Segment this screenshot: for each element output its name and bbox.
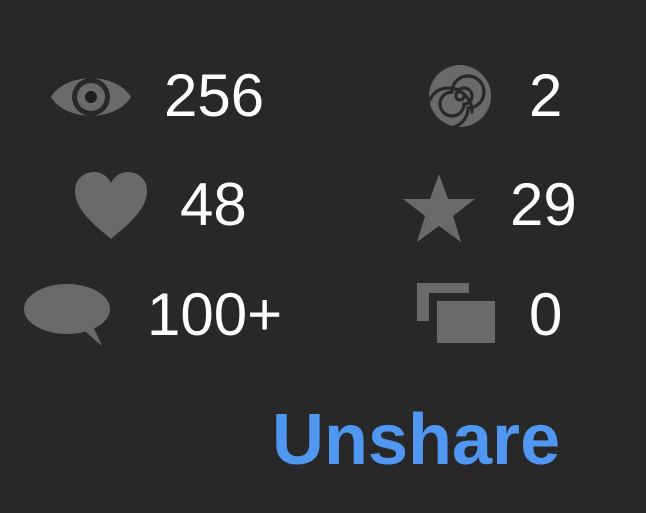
views-count: 256 xyxy=(164,62,265,129)
spirals-count: 2 xyxy=(529,62,563,129)
comments-count: 100+ xyxy=(147,281,283,348)
favorites-count: 29 xyxy=(510,171,577,238)
star-icon xyxy=(401,172,477,244)
copies-icon xyxy=(416,281,498,345)
spiral-icon xyxy=(426,62,494,130)
speech-bubble-icon xyxy=(22,282,112,348)
copies-count: 0 xyxy=(529,281,563,348)
likes-count: 48 xyxy=(180,171,247,238)
heart-icon xyxy=(73,171,149,241)
unshare-link[interactable]: Unshare xyxy=(272,400,560,480)
eye-icon xyxy=(48,66,134,128)
